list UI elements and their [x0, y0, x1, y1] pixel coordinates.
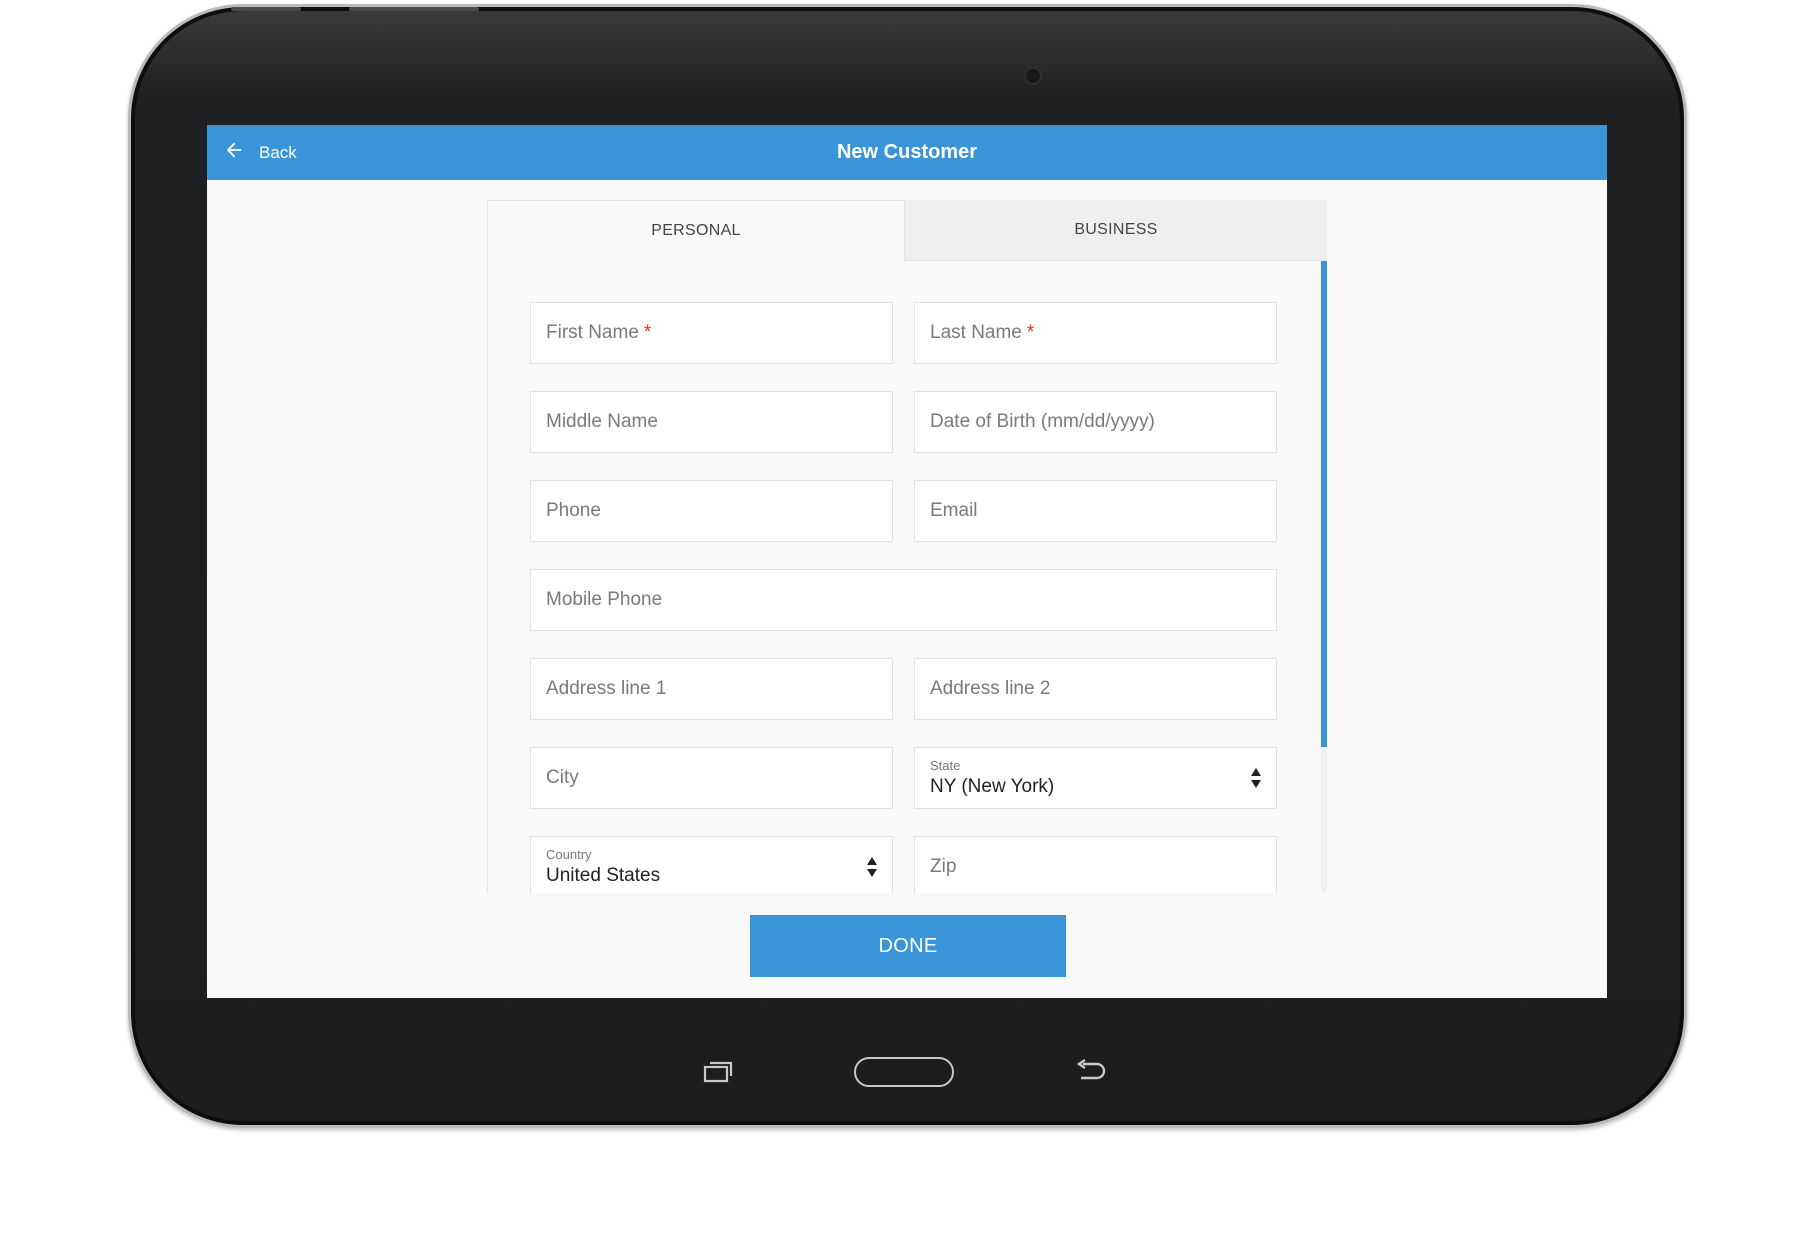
zip-field[interactable]: Zip	[914, 836, 1277, 893]
middle-name-input[interactable]	[531, 392, 892, 452]
middle-name-field[interactable]: Middle Name	[530, 391, 893, 453]
mobile-phone-field[interactable]: Mobile Phone	[530, 569, 1277, 631]
app-screen: Back New Customer PERSONAL BUSINESS Firs…	[207, 125, 1607, 998]
front-camera	[1024, 67, 1042, 85]
dob-input[interactable]	[915, 392, 1276, 452]
country-value: United States	[546, 865, 661, 886]
scrollbar-thumb[interactable]	[1321, 261, 1327, 747]
last-name-field[interactable]: Last Name *	[914, 302, 1277, 364]
recent-apps-icon[interactable]	[703, 1061, 733, 1083]
first-name-input[interactable]	[531, 303, 892, 363]
email-field[interactable]: Email	[914, 480, 1277, 542]
first-name-field[interactable]: First Name *	[530, 302, 893, 364]
tablet-power-button	[231, 7, 301, 11]
back-arrow-icon[interactable]	[1075, 1059, 1107, 1083]
tablet-volume-button	[349, 7, 479, 11]
back-button[interactable]: Back	[223, 125, 297, 180]
arrow-left-icon	[223, 139, 245, 166]
address-line-2-field[interactable]: Address line 2	[914, 658, 1277, 720]
country-label: Country	[546, 847, 592, 862]
tab-bar: PERSONAL BUSINESS	[487, 200, 1327, 261]
personal-form: First Name * Last Name * Middle Name Date …	[487, 261, 1327, 893]
state-label: State	[930, 758, 961, 773]
state-value: NY (New York)	[930, 776, 1055, 797]
state-select[interactable]: State NY (New York)	[914, 747, 1277, 809]
last-name-input[interactable]	[915, 303, 1276, 363]
phone-input[interactable]	[531, 481, 892, 541]
up-down-arrows-icon	[1251, 768, 1261, 788]
tab-personal[interactable]: PERSONAL	[487, 200, 905, 261]
up-down-arrows-icon	[867, 857, 877, 877]
city-field[interactable]: City	[530, 747, 893, 809]
phone-field[interactable]: Phone	[530, 480, 893, 542]
zip-input[interactable]	[915, 837, 1276, 893]
page-title: New Customer	[836, 141, 978, 163]
country-select[interactable]: Country United States	[530, 836, 893, 893]
done-button[interactable]: DONE	[750, 915, 1066, 977]
home-button[interactable]	[854, 1057, 954, 1087]
city-input[interactable]	[531, 748, 892, 808]
top-bar: Back New Customer	[207, 125, 1607, 180]
email-input[interactable]	[915, 481, 1276, 541]
dob-field[interactable]: Date of Birth (mm/dd/yyyy)	[914, 391, 1277, 453]
address-line-2-input[interactable]	[915, 659, 1276, 719]
mobile-phone-input[interactable]	[531, 570, 1276, 630]
address-line-1-field[interactable]: Address line 1	[530, 658, 893, 720]
form-scrollbar[interactable]	[1321, 261, 1327, 893]
tab-business[interactable]: BUSINESS	[905, 200, 1327, 261]
back-label: Back	[259, 142, 297, 162]
address-line-1-input[interactable]	[531, 659, 892, 719]
